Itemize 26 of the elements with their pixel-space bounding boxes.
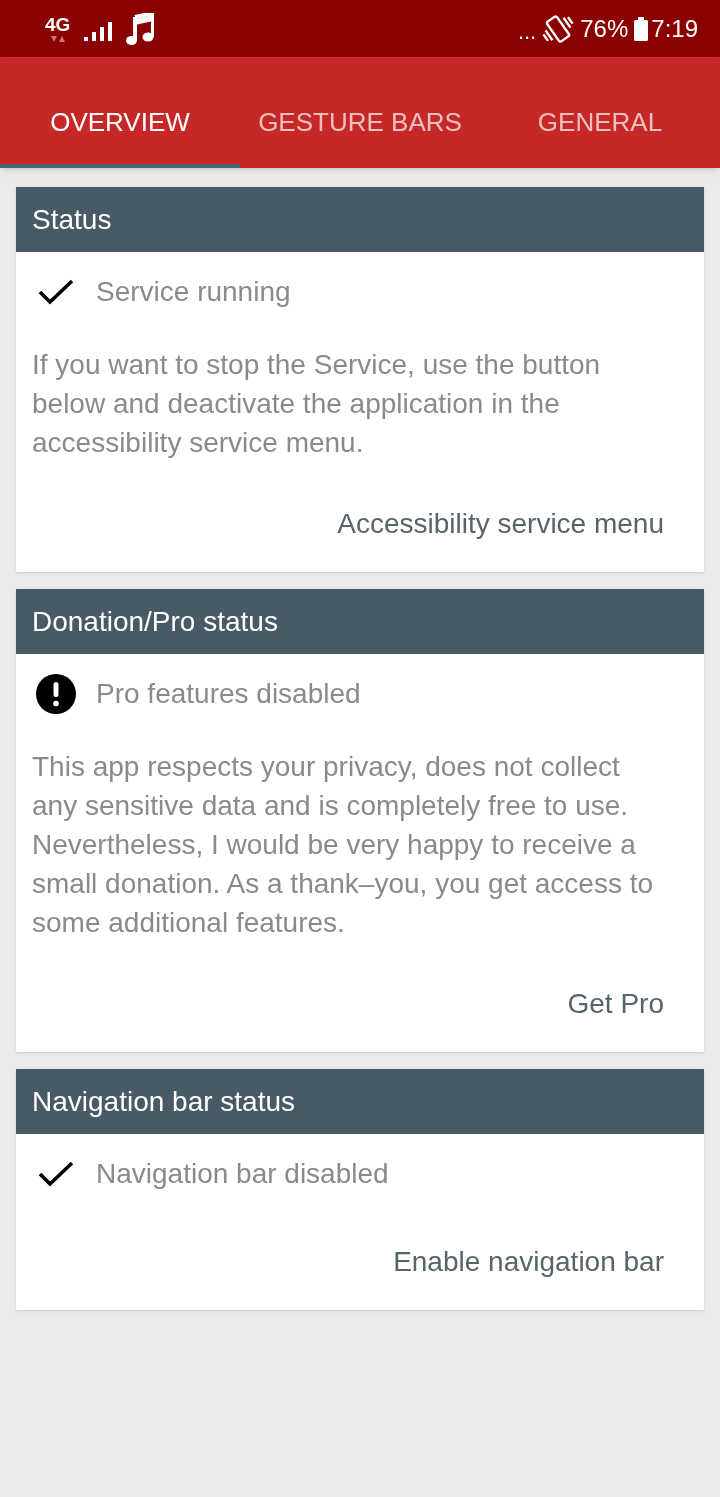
tab[interactable]: GENERAL [480, 57, 720, 168]
overflow-label: ... [517, 17, 537, 44]
action-button[interactable]: Accessibility service menu [313, 496, 688, 552]
vibrate-icon [542, 13, 575, 44]
exclamation-icon [36, 674, 76, 714]
status-text: Navigation bar disabled [96, 1158, 389, 1190]
description-text: If you want to stop the Service, use the button below and deactivate the application in the accessibility service menu. [31, 348, 602, 460]
data-activity-icon [49, 36, 66, 42]
check-icon [38, 279, 74, 305]
signal-icon [84, 22, 113, 41]
card-title: Donation/Pro status [32, 605, 278, 638]
action-button[interactable]: Enable navigation bar [369, 1234, 688, 1290]
card-title: Navigation bar status [32, 1085, 296, 1118]
status-text: Service running [96, 276, 291, 308]
music-note-icon [126, 12, 155, 45]
clock-time: 7:19 [651, 14, 698, 43]
card-title: Status [32, 203, 112, 236]
check-icon [38, 1161, 74, 1187]
battery-percent: 76% [580, 14, 629, 43]
battery-icon [634, 16, 649, 41]
description-text: This app respects your privacy, does not collect any sensitive data and is completely free to use. Nevertheless, I would be very happy to receive a small donation. As a thank–you, you get access to some additional features. [31, 750, 655, 940]
tab[interactable]: GESTURE BARS [240, 57, 480, 168]
action-button[interactable]: Get Pro [543, 976, 688, 1032]
status-text: Pro features disabled [96, 678, 361, 710]
tab[interactable]: OVERVIEW [0, 57, 240, 168]
network-type-label: 4G [45, 15, 71, 34]
